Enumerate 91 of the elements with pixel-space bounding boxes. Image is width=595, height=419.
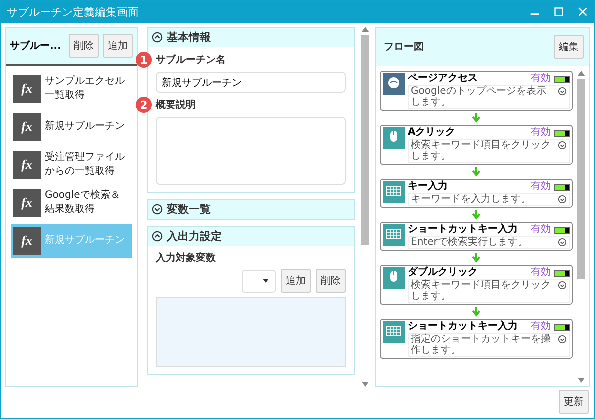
enable-toggle[interactable] (554, 130, 570, 136)
node-description: 指定のショートカットキーを操作します。 (411, 334, 552, 356)
caret-icon (263, 279, 269, 283)
collapse-icon[interactable] (152, 231, 163, 242)
keyboard-icon (383, 224, 405, 246)
subroutine-item[interactable]: fx 新規サブルーチン (11, 110, 132, 144)
flow-node[interactable]: キー入力 有効 キーワードを入力します。 (380, 179, 573, 208)
expand-icon[interactable] (558, 281, 567, 290)
section-title: 入出力設定 (167, 229, 222, 244)
scrollbar-thumb[interactable] (361, 35, 369, 245)
status-label: 有効 (531, 127, 551, 139)
field-label: 概要説明 (156, 98, 196, 112)
expand-icon[interactable] (558, 335, 567, 344)
section-header[interactable]: 基本情報 (148, 28, 354, 47)
status-label: 有効 (531, 181, 551, 193)
name-input-field[interactable]: 新規サブルーチン (156, 72, 346, 93)
node-description: キーワードを入力します。 (411, 194, 532, 205)
subroutine-item[interactable]: fx 受注管理ファイルからの一覧取得 (11, 148, 132, 182)
section-title: 変数一覧 (167, 202, 211, 217)
down-arrow-icon (472, 210, 481, 220)
flow-node[interactable]: ダブルクリック 有効 検索キーワード項目をクリックします。 (380, 265, 573, 305)
scroll-up-icon[interactable] (362, 27, 368, 32)
node-description: Enterで検索実行します。 (411, 237, 529, 248)
node-description: 検索キーワード項目をクリックします。 (411, 140, 552, 162)
status-label: 有効 (531, 267, 551, 279)
down-arrow-icon (472, 307, 481, 317)
node-title: キー入力 (408, 181, 449, 193)
function-icon: fx (13, 151, 41, 179)
edit-button[interactable]: 編集 (554, 35, 584, 59)
step-number-badge: 2 (136, 97, 152, 113)
expand-icon[interactable] (152, 204, 163, 215)
field-label: サブルーチン名 (156, 54, 226, 67)
maximize-icon[interactable] (554, 7, 564, 17)
subroutine-item[interactable]: fx サンプルエクセル一覧取得 (11, 72, 132, 106)
node-title: ショートカットキー入力 (408, 224, 519, 236)
close-icon[interactable] (578, 7, 588, 17)
down-arrow-icon (472, 253, 481, 263)
enable-toggle[interactable] (554, 324, 570, 330)
down-arrow-icon (472, 113, 481, 123)
mouse-icon (383, 267, 405, 289)
node-title: ダブルクリック (408, 267, 479, 279)
section-title: 基本情報 (167, 30, 211, 45)
step-number-badge: 1 (136, 52, 152, 68)
update-button[interactable]: 更新 (559, 390, 589, 414)
status-label: 有効 (531, 224, 551, 236)
node-description: Googleのトップページを表示します。 (411, 86, 548, 108)
enable-toggle[interactable] (554, 76, 570, 82)
node-title: ショートカットキー入力 (408, 321, 519, 333)
toolbar-button[interactable]: 削除 (69, 34, 99, 58)
status-label: 有効 (531, 73, 551, 85)
collapse-icon[interactable] (152, 32, 163, 43)
flow-node[interactable]: ショートカットキー入力 有効 指定のショートカットキーを操作します。 (380, 319, 573, 359)
enable-toggle[interactable] (554, 226, 570, 234)
scroll-down-icon[interactable] (362, 382, 368, 387)
toolbar-button[interactable]: 追加 (281, 269, 311, 293)
section-header[interactable]: 入出力設定 (148, 227, 354, 246)
flow-node[interactable]: Aクリック 有効 検索キーワード項目をクリックします。 (380, 125, 573, 165)
status-label: 有効 (531, 321, 551, 333)
keyboard-icon (383, 321, 405, 343)
scroll-up-icon[interactable] (578, 71, 584, 76)
scroll-down-icon[interactable] (578, 378, 584, 383)
expand-icon[interactable] (558, 195, 567, 204)
section-header[interactable]: 変数一覧 (148, 200, 354, 219)
field-label: 入力対象変数 (156, 251, 217, 265)
enable-toggle[interactable] (554, 184, 570, 190)
panel-title: フロー図 (384, 41, 424, 54)
expand-icon[interactable] (558, 141, 567, 150)
node-title: ページアクセス (408, 73, 479, 85)
window-title: サブルーチン定義編集画面 (7, 4, 140, 20)
node-title: Aクリック (408, 127, 457, 139)
function-icon: fx (13, 227, 41, 255)
subroutine-item[interactable]: fx 新規サブルーチン (11, 224, 132, 258)
description-field[interactable] (156, 117, 346, 185)
enable-toggle[interactable] (554, 270, 570, 276)
flow-node[interactable]: ショートカットキー入力 有効 Enterで検索実行します。 (380, 222, 573, 251)
mouse-icon (383, 127, 405, 149)
down-arrow-icon (472, 167, 481, 177)
function-icon: fx (13, 75, 41, 103)
expand-icon[interactable] (558, 238, 567, 247)
toolbar-button[interactable]: 削除 (316, 269, 346, 293)
function-icon: fx (13, 113, 41, 141)
node-description: 検索キーワード項目をクリックします。 (411, 280, 552, 302)
keyboard-icon (383, 181, 405, 203)
flow-node[interactable]: ページアクセス 有効 Googleのトップページを表示します。 (380, 71, 573, 111)
toolbar-button[interactable]: 追加 (103, 34, 133, 58)
subroutine-item[interactable]: fx Googleで検索＆結果数取得 (11, 186, 132, 220)
globe-icon (383, 73, 405, 95)
expand-icon[interactable] (558, 87, 567, 96)
scrollbar-thumb[interactable] (577, 79, 585, 279)
function-icon: fx (13, 189, 41, 217)
panel-title: サブルー... (10, 40, 62, 53)
